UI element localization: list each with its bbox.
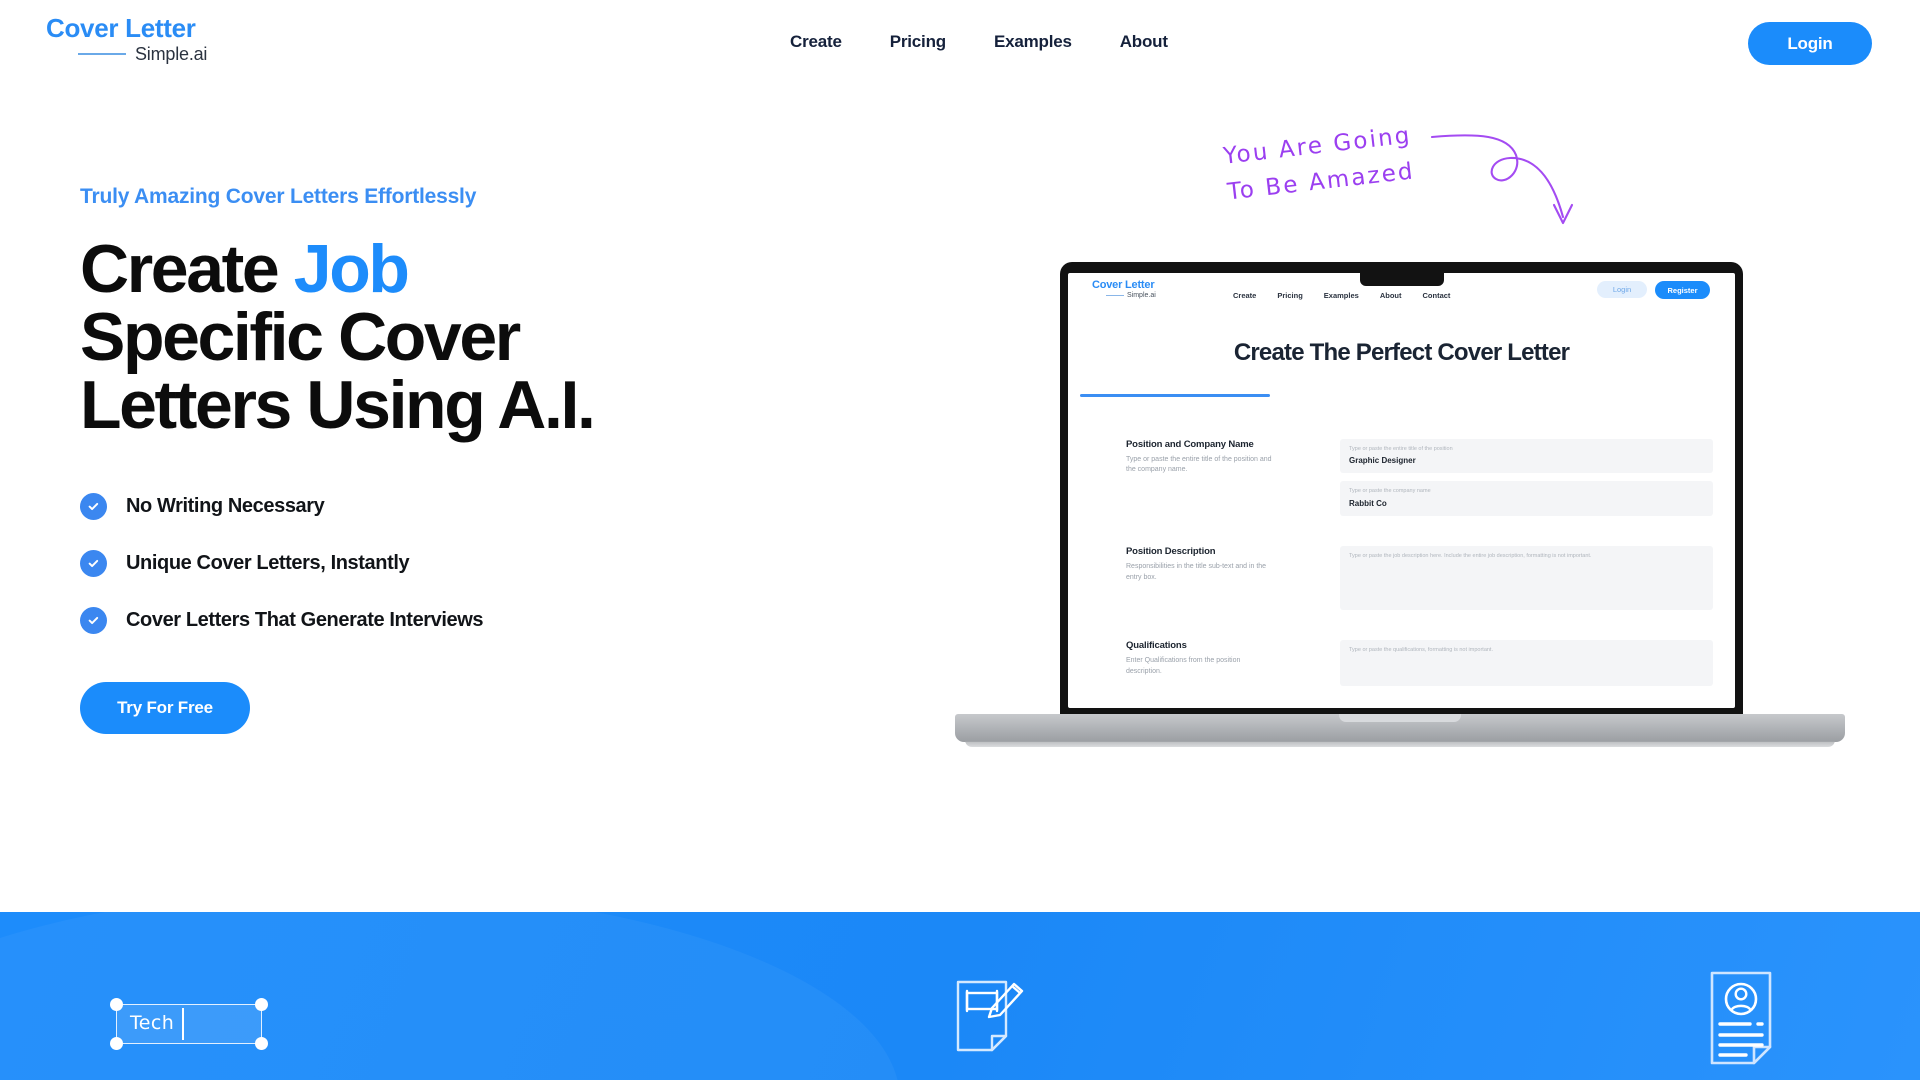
resize-handle-bottom-right[interactable] — [255, 1037, 268, 1050]
laptop-foot — [965, 740, 1835, 747]
app-logo[interactable]: Cover Letter Simple.ai — [1092, 279, 1156, 300]
progress-bar — [1080, 394, 1270, 397]
headline-line-2: Specific Cover — [80, 299, 521, 375]
hero-content: Truly Amazing Cover Letters Effortlessly… — [80, 185, 780, 734]
section-title: Qualifications — [1126, 639, 1187, 651]
nav-item-examples[interactable]: Examples — [994, 32, 1072, 52]
list-item: No Writing Necessary — [80, 493, 780, 520]
section-hint: Enter Qualifications from the position d… — [1126, 656, 1241, 675]
document-pencil-icon — [956, 980, 1024, 1052]
app-logo-divider — [1106, 295, 1124, 296]
try-for-free-button[interactable]: Try For Free — [80, 682, 250, 734]
logo-divider-line — [78, 53, 126, 56]
resize-handle-top-left[interactable] — [110, 998, 123, 1011]
check-circle-icon — [80, 493, 107, 520]
nav-item-about[interactable]: About — [1120, 32, 1168, 52]
handwritten-annotation: You Are Going To Be Amazed — [1222, 122, 1585, 250]
curved-arrow-icon — [1430, 134, 1574, 225]
app-login-button[interactable]: Login — [1597, 281, 1647, 298]
app-page-title: Create The Perfect Cover Letter — [1233, 339, 1570, 366]
feature-label: Unique Cover Letters, Instantly — [126, 552, 410, 574]
field-value: Graphic Designer — [1349, 456, 1416, 466]
laptop-screen: Cover Letter Simple.ai Create Pricing Ex… — [1068, 273, 1735, 708]
field-placeholder: Type or paste the entire title of the po… — [1349, 445, 1453, 452]
laptop-notch — [1359, 273, 1444, 286]
app-nav-item-contact[interactable]: Contact — [1423, 291, 1451, 300]
form-section-position-description: Position Description Responsibilities in… — [1126, 545, 1713, 610]
site-header: Cover Letter Simple.ai Create Pricing Ex… — [0, 0, 1920, 90]
logo-primary-text: Cover Letter — [46, 13, 196, 43]
section-hint: Type or paste the entire title of the po… — [1126, 455, 1272, 474]
login-button[interactable]: Login — [1748, 22, 1872, 65]
text-box-widget[interactable]: Tech — [110, 998, 268, 1050]
resize-handle-bottom-left[interactable] — [110, 1037, 123, 1050]
app-logo-secondary: Simple.ai — [1127, 292, 1156, 299]
field-placeholder: Type or paste the qualifications, format… — [1349, 646, 1493, 653]
section-hint: Responsibilities in the title sub-text a… — [1126, 562, 1267, 581]
laptop-mockup: Cover Letter Simple.ai Create Pricing Ex… — [955, 262, 1845, 762]
text-box-value: Tech — [130, 1012, 175, 1034]
form-section-position-company: Position and Company Name Type or paste … — [1126, 438, 1713, 516]
app-navigation: Create Pricing Examples About Contact — [1233, 291, 1450, 300]
company-name-field[interactable]: Type or paste the company name Rabbit Co — [1340, 481, 1713, 516]
app-nav-item-about[interactable]: About — [1380, 291, 1402, 300]
field-placeholder: Type or paste the job description here. … — [1349, 552, 1592, 559]
nav-item-create[interactable]: Create — [790, 32, 842, 52]
site-logo[interactable]: Cover Letter Simple.ai — [46, 14, 276, 65]
headline-accent-word: Job — [293, 231, 410, 307]
resume-profile-icon — [1710, 971, 1772, 1065]
list-item: Cover Letters That Generate Interviews — [80, 607, 780, 634]
app-register-button[interactable]: Register — [1655, 281, 1710, 299]
hero-eyebrow: Truly Amazing Cover Letters Effortlessly — [80, 185, 477, 208]
section-title: Position and Company Name — [1126, 438, 1254, 450]
main-navigation: Create Pricing Examples About — [790, 32, 1168, 52]
cover-letter-form: Position and Company Name Type or paste … — [1068, 438, 1735, 686]
position-title-field[interactable]: Type or paste the entire title of the po… — [1340, 438, 1713, 474]
hero-feature-list: No Writing Necessary Unique Cover Letter… — [80, 493, 780, 634]
annotation-text: You Are Going To Be Amazed — [1222, 122, 1417, 206]
hero-headline: Create Job Specific Cover Letters Using … — [80, 235, 780, 439]
headline-line-3: Letters Using A.I. — [80, 367, 596, 443]
app-nav-item-pricing[interactable]: Pricing — [1277, 291, 1302, 300]
logo-secondary-text: Simple.ai — [135, 43, 208, 64]
form-section-qualifications: Qualifications Enter Qualifications from… — [1126, 639, 1713, 686]
laptop-base — [955, 714, 1845, 742]
feature-label: Cover Letters That Generate Interviews — [126, 609, 484, 631]
section-title: Position Description — [1126, 545, 1216, 557]
check-circle-icon — [80, 607, 107, 634]
field-value: Rabbit Co — [1349, 498, 1387, 508]
field-placeholder: Type or paste the company name — [1349, 488, 1431, 495]
resize-handle-top-right[interactable] — [255, 998, 268, 1011]
text-cursor-icon — [182, 1008, 184, 1040]
list-item: Unique Cover Letters, Instantly — [80, 550, 780, 577]
check-circle-icon — [80, 550, 107, 577]
app-logo-primary: Cover Letter — [1092, 279, 1155, 291]
position-description-textarea[interactable]: Type or paste the job description here. … — [1340, 545, 1713, 610]
qualifications-textarea[interactable]: Type or paste the qualifications, format… — [1340, 639, 1713, 686]
feature-label: No Writing Necessary — [126, 495, 325, 517]
app-nav-item-create[interactable]: Create — [1233, 291, 1256, 300]
nav-item-pricing[interactable]: Pricing — [890, 32, 946, 52]
headline-line-1-part-1: Create — [80, 231, 280, 307]
laptop-lid: Cover Letter Simple.ai Create Pricing Ex… — [1060, 262, 1743, 717]
app-nav-item-examples[interactable]: Examples — [1324, 291, 1359, 300]
